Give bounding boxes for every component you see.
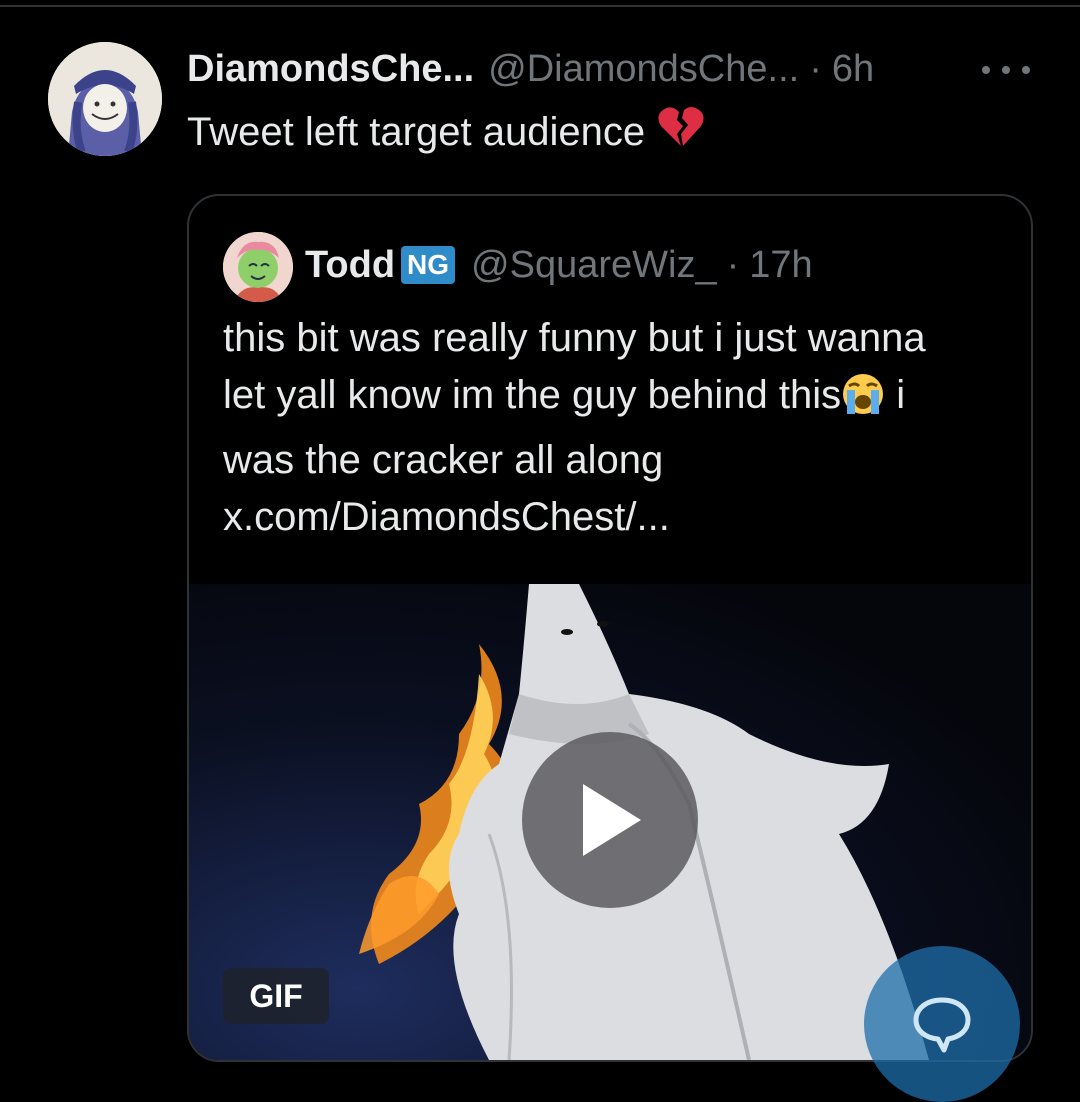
- quoted-tweet-card[interactable]: Todd NG @SquareWiz_ · 17h this bit was r…: [187, 194, 1033, 1062]
- separator: ·: [726, 243, 740, 286]
- quoted-text-line: let yall know im the guy behind this i: [223, 367, 1003, 432]
- separator: ·: [809, 47, 822, 90]
- reply-fab-button[interactable]: [864, 946, 1020, 1102]
- quoted-tweet-link[interactable]: x.com/DiamondsChest/...: [223, 489, 1003, 546]
- author-handle[interactable]: @DiamondsChe...: [488, 48, 799, 91]
- broken-heart-icon: [657, 106, 705, 158]
- quoted-author-name[interactable]: Todd: [305, 244, 395, 287]
- author-name[interactable]: DiamondsChe...: [187, 48, 474, 91]
- tweet-header: DiamondsChe... @DiamondsChe... · 6h: [187, 44, 874, 94]
- more-options-icon[interactable]: [982, 58, 1030, 82]
- tweet-time[interactable]: 6h: [832, 48, 874, 91]
- quoted-author-avatar[interactable]: [223, 232, 293, 302]
- play-icon: [583, 784, 641, 856]
- play-button[interactable]: [522, 732, 698, 908]
- tweet-text: Tweet left target audience: [187, 106, 705, 158]
- quoted-text-line: was the cracker all along: [223, 438, 664, 482]
- quoted-tweet-time[interactable]: 17h: [749, 244, 812, 287]
- tweet-text-content: Tweet left target audience: [187, 109, 646, 154]
- top-divider: [0, 5, 1080, 7]
- quoted-text-line: this bit was really funny but i just wan…: [223, 316, 926, 360]
- author-avatar[interactable]: [48, 42, 162, 156]
- quoted-author-handle[interactable]: @SquareWiz_: [471, 244, 717, 287]
- gif-badge: GIF: [223, 968, 329, 1024]
- quoted-tweet-text: this bit was really funny but i just wan…: [223, 310, 1003, 546]
- reply-bubble-icon: [913, 997, 971, 1053]
- quoted-tweet-header: Todd NG @SquareWiz_ · 17h: [305, 238, 813, 292]
- loudly-crying-face-icon: [841, 372, 885, 432]
- ng-badge: NG: [401, 246, 456, 284]
